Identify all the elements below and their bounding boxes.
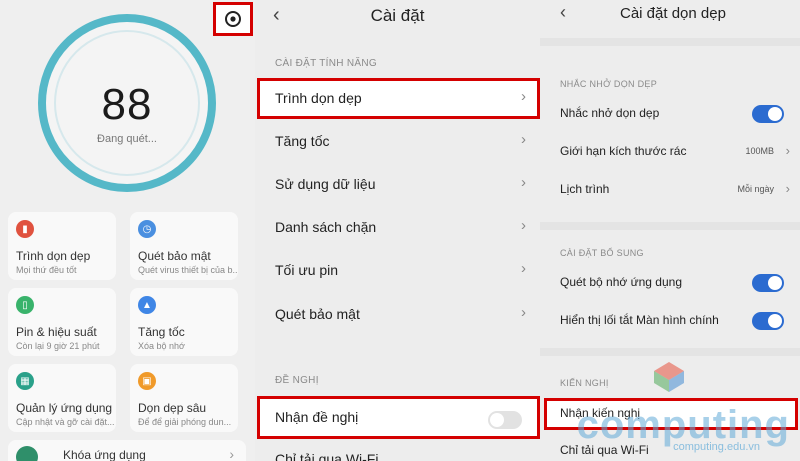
settings-item-boost[interactable]: Tăng tốc › xyxy=(255,120,540,163)
security-home-panel: 88 Đang quét... ▮ Trình dọn dẹp Mọi thứ … xyxy=(0,0,255,461)
page-title: Cài đặt xyxy=(370,6,425,25)
section-header-suggest: ĐỀ NGHỊ xyxy=(275,375,319,386)
item-value: 100MB xyxy=(745,146,774,156)
page-title: Cài đặt dọn dẹp xyxy=(620,5,726,22)
item-label: Quét bộ nhớ ứng dụng xyxy=(560,275,682,289)
suggestions-toggle[interactable] xyxy=(488,411,522,429)
scan-score-ring[interactable]: 88 Đang quét... xyxy=(38,14,216,192)
settings-panel: ‹ Cài đặt CÀI ĐẶT TÍNH NĂNG Trình dọn dẹ… xyxy=(255,0,540,461)
card-title: Dọn dẹp sâu xyxy=(138,401,207,415)
section-header-features: CÀI ĐẶT TÍNH NĂNG xyxy=(275,58,377,69)
settings-item-scan-app-memory[interactable]: Quét bộ nhớ ứng dụng xyxy=(540,265,800,303)
settings-item-wifi-only[interactable]: Chỉ tải qua Wi-Fi xyxy=(255,440,540,461)
settings-item-junk-limit[interactable]: Giới hạn kích thước rác 100MB › xyxy=(540,134,800,172)
card-title: Khóa ứng dụng xyxy=(63,448,146,461)
item-label: Giới hạn kích thước rác xyxy=(560,144,687,158)
shield-icon: ◷ xyxy=(138,220,156,238)
apps-icon: ▦ xyxy=(16,372,34,390)
card-title: Tăng tốc xyxy=(138,325,185,339)
card-subtitle: Xóa bộ nhớ xyxy=(138,341,185,351)
section-header-reminder: NHẮC NHỞ DỌN DẸP xyxy=(560,79,658,89)
settings-item-battery-optimize[interactable]: Tối ưu pin › xyxy=(255,249,540,292)
item-label: Quét bảo mật xyxy=(275,306,360,322)
trash-icon: ▮ xyxy=(16,220,34,238)
settings-item-home-shortcut[interactable]: Hiển thị lối tắt Màn hình chính xyxy=(540,303,800,341)
divider xyxy=(540,222,800,230)
card-subtitle: Quét virus thiết bị của b... xyxy=(138,265,238,275)
chevron-right-icon: › xyxy=(785,143,790,158)
scanning-status: Đang quét... xyxy=(97,133,157,145)
card-battery[interactable]: ▯ Pin & hiệu suất Còn lại 9 giờ 21 phút xyxy=(8,288,116,356)
card-boost[interactable]: ▲ Tăng tốc Xóa bộ nhớ xyxy=(130,288,238,356)
chevron-right-icon: › xyxy=(521,217,526,234)
divider xyxy=(540,348,800,356)
chevron-right-icon: › xyxy=(521,304,526,321)
section-header-recommend: KIẾN NGHỊ xyxy=(560,378,609,388)
reminder-toggle[interactable] xyxy=(752,105,784,123)
item-label: Chỉ tải qua Wi-Fi xyxy=(275,451,379,461)
watermark-domain: computing.edu.vn xyxy=(673,441,760,453)
card-app-manager[interactable]: ▦ Quản lý ứng dụng Cập nhật và gỡ cài đặ… xyxy=(8,364,116,432)
lock-icon xyxy=(16,446,38,461)
section-header-extra: CÀI ĐẶT BỔ SUNG xyxy=(560,248,644,258)
item-label: Danh sách chặn xyxy=(275,219,377,235)
card-title: Trình dọn dẹp xyxy=(16,249,91,263)
chevron-right-icon: › xyxy=(521,88,526,105)
chevron-right-icon: › xyxy=(521,131,526,148)
card-app-lock[interactable]: Khóa ứng dụng › xyxy=(8,440,246,461)
card-subtitle: Mọi thứ đều tốt xyxy=(16,265,77,275)
card-title: Quản lý ứng dụng xyxy=(16,401,113,415)
broom-icon: ▣ xyxy=(138,372,156,390)
item-value: Mỗi ngày xyxy=(737,184,774,194)
chevron-right-icon: › xyxy=(521,260,526,277)
item-label: Hiển thị lối tắt Màn hình chính xyxy=(560,313,719,327)
item-label: Sử dụng dữ liệu xyxy=(275,176,376,192)
scan-memory-toggle[interactable] xyxy=(752,274,784,292)
shortcut-toggle[interactable] xyxy=(752,312,784,330)
item-label: Trình dọn dẹp xyxy=(275,90,362,106)
card-title: Quét bảo mật xyxy=(138,249,211,263)
item-label: Tối ưu pin xyxy=(275,262,339,278)
settings-item-suggestions[interactable]: Nhận đề nghị xyxy=(255,396,540,439)
gear-icon xyxy=(225,11,241,27)
chevron-right-icon: › xyxy=(229,446,234,461)
card-cleaner[interactable]: ▮ Trình dọn dẹp Mọi thứ đều tốt xyxy=(8,212,116,280)
item-label: Nhắc nhở dọn dẹp xyxy=(560,106,660,120)
card-subtitle: Còn lại 9 giờ 21 phút xyxy=(16,341,100,351)
card-subtitle: Cập nhật và gỡ cài đặt... xyxy=(16,417,115,427)
settings-item-reminder[interactable]: Nhắc nhở dọn dẹp xyxy=(540,96,800,134)
settings-item-security-scan[interactable]: Quét bảo mật › xyxy=(255,293,540,336)
chevron-right-icon: › xyxy=(521,174,526,191)
card-subtitle: Để để giải phóng dun... xyxy=(138,417,232,427)
card-security-scan[interactable]: ◷ Quét bảo mật Quét virus thiết bị của b… xyxy=(130,212,238,280)
item-label: Nhận đề nghị xyxy=(275,409,359,425)
rocket-icon: ▲ xyxy=(138,296,156,314)
settings-item-data-usage[interactable]: Sử dụng dữ liệu › xyxy=(255,163,540,206)
back-arrow-icon[interactable]: ‹ xyxy=(560,2,566,23)
chevron-right-icon: › xyxy=(785,181,790,196)
score-value: 88 xyxy=(101,80,153,129)
card-title: Pin & hiệu suất xyxy=(16,325,97,339)
settings-item-cleaner[interactable]: Trình dọn dẹp › xyxy=(255,77,540,120)
item-label: Lịch trình xyxy=(560,182,610,196)
item-label: Tăng tốc xyxy=(275,133,330,149)
settings-item-blocklist[interactable]: Danh sách chặn › xyxy=(255,206,540,249)
settings-item-schedule[interactable]: Lịch trình Mỗi ngày › xyxy=(540,172,800,210)
settings-gear-button[interactable] xyxy=(213,2,253,36)
divider xyxy=(540,38,800,46)
battery-icon: ▯ xyxy=(16,296,34,314)
watermark-logo-icon xyxy=(654,362,684,392)
card-deep-clean[interactable]: ▣ Dọn dẹp sâu Để để giải phóng dun... xyxy=(130,364,238,432)
